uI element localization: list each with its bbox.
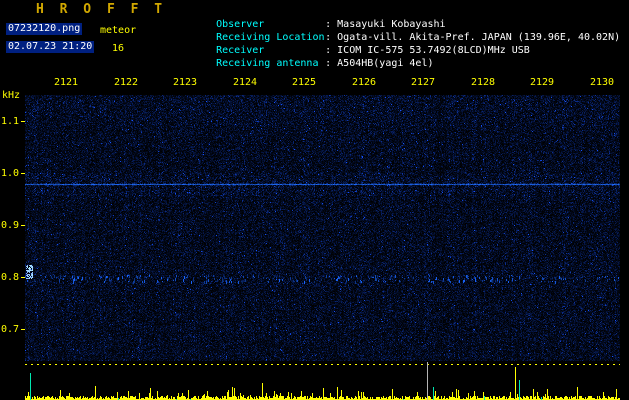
info-value: Masayuki Kobayashi	[337, 19, 446, 30]
freq-tick-label: 0.8	[0, 272, 19, 283]
time-tick-label: 2121	[53, 77, 79, 88]
mode-label: meteor	[100, 25, 137, 36]
time-tick-label: 2128	[470, 77, 496, 88]
info-label: Receiving antenna	[216, 58, 319, 69]
filename-label: 07232120.png	[6, 23, 83, 35]
station-info: Observer: Masayuki Kobayashi Receiving Lo…	[180, 7, 621, 69]
time-tick-label: 2129	[529, 77, 555, 88]
freq-tick-label: 0.7	[0, 324, 19, 335]
hrofft-screen: H R O F F T 07232120.png meteor 02.07.23…	[0, 0, 629, 400]
spectrogram-canvas	[25, 95, 620, 361]
info-value: Ogata-vill. Akita-Pref. JAPAN (139.96E, …	[337, 32, 621, 43]
freq-tick-label: 1.0	[0, 168, 19, 179]
info-value: A504HB(yagi 4el)	[337, 58, 434, 69]
datetime-label: 02.07.23 21:20	[6, 41, 95, 53]
app-title: H R O F F T	[36, 2, 167, 17]
freq-tick-label: 0.9	[0, 220, 19, 231]
freq-tick-label: 1.1	[0, 116, 19, 127]
info-value: ICOM IC-575 53.7492(8LCD)MHz USB	[337, 45, 530, 56]
signal-meter-canvas	[25, 362, 620, 400]
info-label: Observer	[216, 19, 265, 30]
time-tick-label: 2124	[232, 77, 258, 88]
time-tick-label: 2130	[589, 77, 615, 88]
echo-count-label: 16	[112, 43, 125, 54]
info-separator: :	[325, 45, 332, 56]
time-tick-label: 2127	[410, 77, 436, 88]
time-tick-label: 2126	[351, 77, 377, 88]
info-row-observer: Observer: Masayuki Kobayashi	[180, 7, 620, 30]
freq-axis-unit: kHz	[2, 90, 21, 101]
info-separator: :	[325, 32, 332, 43]
info-separator: :	[325, 19, 332, 30]
time-tick-label: 2123	[172, 77, 198, 88]
info-separator: :	[325, 58, 332, 69]
time-tick-label: 2125	[291, 77, 317, 88]
info-label: Receiver	[216, 45, 265, 56]
time-tick-label: 2122	[113, 77, 139, 88]
info-label: Receiving Location	[216, 32, 325, 43]
